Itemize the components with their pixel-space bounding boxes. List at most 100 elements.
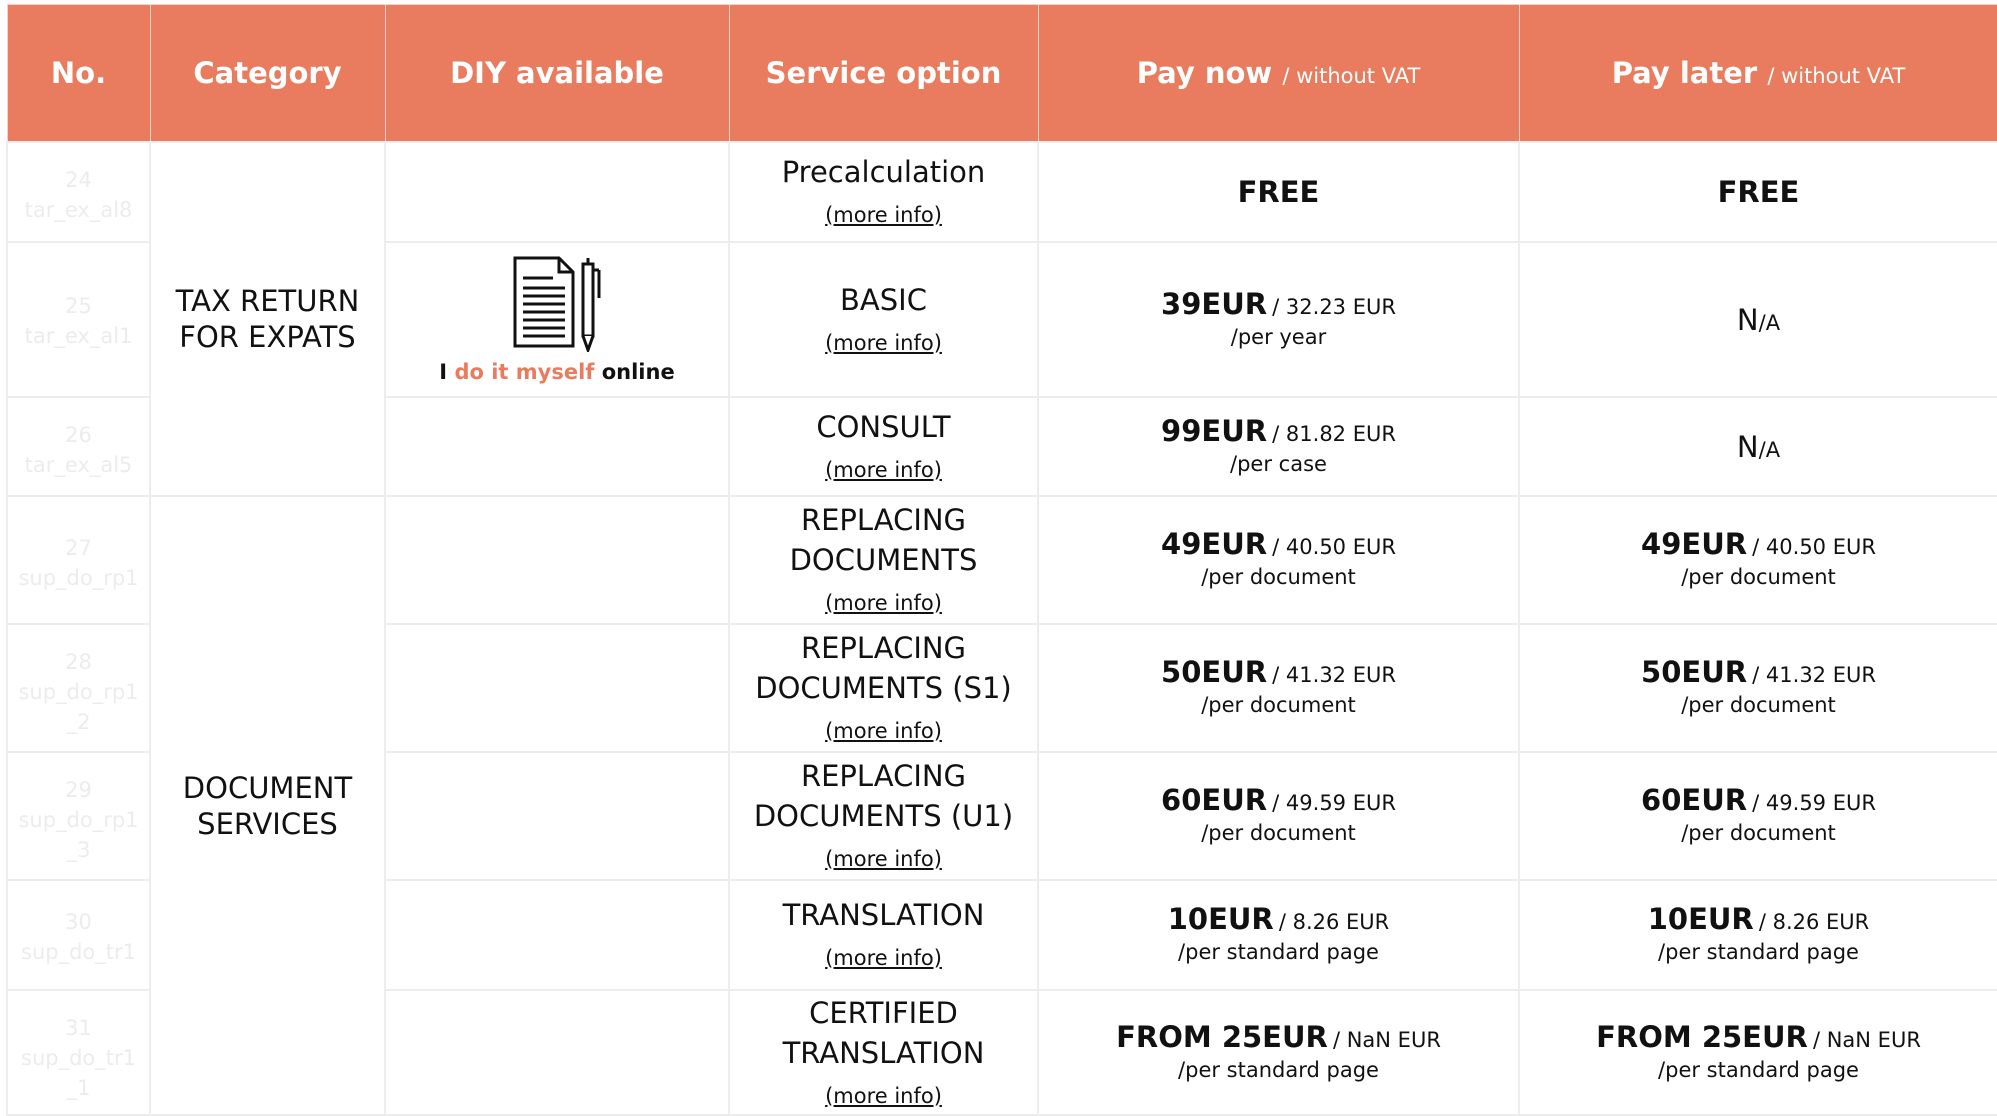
service-name: TRANSLATION	[782, 1035, 985, 1070]
service-name: CONSULT	[816, 409, 951, 444]
price-without-vat: / NaN EUR	[1332, 1027, 1441, 1052]
row-number: 25	[65, 294, 92, 318]
more-info-link[interactable]: (more info)	[825, 945, 942, 971]
price-without-vat: / 81.82 EUR	[1272, 421, 1396, 446]
price: 39EUR	[1161, 286, 1268, 321]
row-code: _1	[66, 1076, 91, 1100]
price: FROM 25EUR	[1116, 1019, 1328, 1054]
header-service: Service option	[728, 4, 1039, 143]
price-without-vat: / NaN EUR	[1812, 1027, 1921, 1052]
price-unit: /per document	[1681, 565, 1836, 589]
price: 60EUR	[1161, 783, 1268, 817]
header-no: No.	[6, 4, 151, 143]
price-unit: /per document	[1681, 693, 1836, 717]
price-without-vat: / 49.59 EUR	[1272, 791, 1396, 815]
more-info-link[interactable]: (more info)	[825, 202, 942, 228]
price-unit: /per standard page	[1658, 940, 1859, 964]
service-name: CERTIFIED	[809, 995, 958, 1030]
diy-cell	[384, 879, 730, 991]
diy-label-pre: I	[439, 359, 448, 384]
pay-later-cell: FROM 25EUR / NaN EUR/per standard page	[1518, 989, 1997, 1116]
price-without-vat: / 32.23 EUR	[1272, 294, 1396, 319]
diy-cell	[384, 396, 730, 497]
price: 99EUR	[1161, 413, 1268, 448]
price-unit: /per case	[1230, 451, 1327, 476]
pay-now-cell: 49EUR / 40.50 EUR/per document	[1037, 495, 1520, 625]
diy-label-accent: do it myself	[454, 359, 595, 384]
pay-later-cell: 49EUR / 40.50 EUR/per document	[1518, 495, 1997, 625]
price-without-vat: / 40.50 EUR	[1272, 535, 1396, 559]
row-number: 30	[65, 910, 92, 934]
service-cell: REPLACING DOCUMENTS (more info)	[728, 495, 1039, 625]
price-without-vat: / 8.26 EUR	[1758, 910, 1870, 934]
category-line: TAX RETURN	[175, 284, 360, 318]
header-category: Category	[149, 4, 386, 143]
service-name: DOCUMENTS (U1)	[753, 799, 1014, 833]
more-info-link[interactable]: (more info)	[825, 457, 942, 483]
price-without-vat: / 41.32 EUR	[1272, 663, 1396, 687]
pay-later-cell: 60EUR / 49.59 EUR/per document	[1518, 751, 1997, 881]
diy-cell	[384, 495, 730, 625]
row-number: 26	[65, 423, 92, 447]
not-available: N/A	[1737, 303, 1780, 337]
row-number: 27	[65, 536, 92, 560]
service-name: REPLACING	[800, 631, 967, 665]
category-document-services: DOCUMENT SERVICES	[149, 495, 386, 1116]
service-name: DOCUMENTS (S1)	[755, 671, 1012, 705]
service-cell: CONSULT (more info)	[728, 396, 1039, 497]
pay-later-cell: FREE	[1518, 141, 1997, 243]
more-info-link[interactable]: (more info)	[825, 330, 942, 356]
service-name: DOCUMENTS	[789, 543, 978, 577]
category-line: DOCUMENT	[182, 770, 353, 805]
free-label: FREE	[1717, 175, 1800, 209]
header-pay-later-label: Pay later	[1611, 56, 1758, 90]
service-name: REPLACING	[800, 503, 967, 537]
more-info-link[interactable]: (more info)	[825, 718, 942, 744]
row-code: sup_do_tr1	[21, 940, 136, 964]
price-without-vat: / 41.32 EUR	[1752, 663, 1876, 687]
price: 60EUR	[1641, 783, 1748, 817]
row-code: tar_ex_al1	[24, 324, 133, 348]
pay-later-cell: 10EUR / 8.26 EUR/per standard page	[1518, 879, 1997, 991]
service-name: BASIC	[840, 282, 927, 317]
diy-cell	[384, 751, 730, 881]
row-number: 31	[65, 1016, 92, 1040]
more-info-link[interactable]: (more info)	[825, 1083, 942, 1109]
row-code: sup_do_rp1	[18, 680, 139, 704]
row-number-cell: 26 tar_ex_al5	[6, 396, 151, 497]
na-a: /A	[1758, 310, 1781, 335]
row-number: 28	[65, 650, 92, 674]
price-unit: /per standard page	[1178, 940, 1379, 964]
price: 49EUR	[1161, 527, 1268, 561]
pay-now-cell: FROM 25EUR / NaN EUR/per standard page	[1037, 989, 1520, 1116]
diy-cell	[384, 623, 730, 753]
more-info-link[interactable]: (more info)	[825, 590, 942, 616]
table-header: No. Category DIY available Service optio…	[6, 4, 1997, 143]
not-available: N/A	[1737, 430, 1780, 464]
row-code: _2	[66, 710, 91, 734]
category-line: FOR EXPATS	[179, 320, 356, 354]
na-n: N	[1736, 302, 1759, 337]
pay-now-cell: 39EUR / 32.23 EUR/per year	[1037, 241, 1520, 398]
row-number-cell: 25 tar_ex_al1	[6, 241, 151, 398]
price: 10EUR	[1647, 902, 1754, 936]
document-pen-icon	[513, 256, 601, 352]
service-name: REPLACING	[800, 759, 967, 793]
row-number: 29	[65, 778, 92, 802]
free-label: FREE	[1237, 175, 1320, 209]
row-code: tar_ex_al5	[24, 453, 133, 477]
row-code: tar_ex_al8	[24, 198, 133, 222]
diy-label-post: online	[601, 359, 675, 384]
more-info-link[interactable]: (more info)	[825, 846, 942, 872]
service-cell: TRANSLATION (more info)	[728, 879, 1039, 991]
price-unit: /per document	[1201, 565, 1356, 589]
na-a: /A	[1758, 437, 1781, 462]
price-unit: /per standard page	[1178, 1057, 1379, 1082]
header-diy: DIY available	[384, 4, 730, 143]
header-pay-later: Pay later / without VAT	[1518, 4, 1997, 143]
price: 50EUR	[1161, 655, 1268, 689]
pricing-table: No. Category DIY available Service optio…	[6, 4, 1997, 1116]
row-number-cell: 30 sup_do_tr1	[6, 879, 151, 991]
service-cell: CERTIFIED TRANSLATION (more info)	[728, 989, 1039, 1116]
price-unit: /per standard page	[1658, 1057, 1859, 1082]
